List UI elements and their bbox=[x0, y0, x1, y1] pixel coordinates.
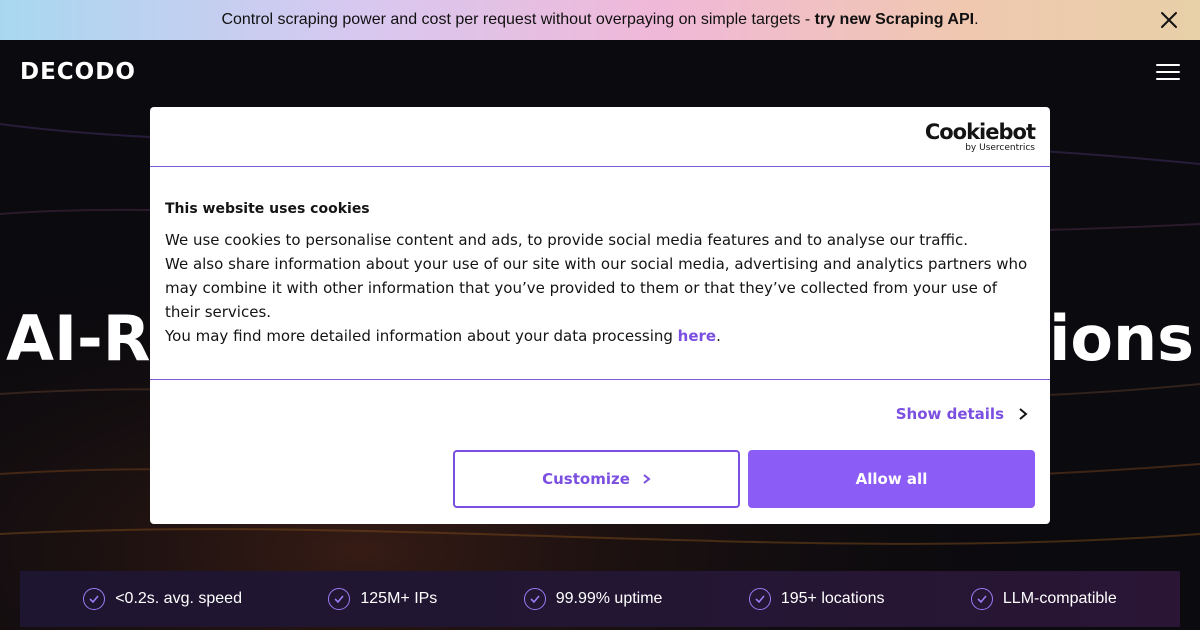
announcement-bar: Control scraping power and cost per requ… bbox=[0, 0, 1200, 40]
cookie-text-line1: We use cookies to personalise content an… bbox=[165, 231, 968, 249]
check-circle-icon bbox=[970, 588, 993, 610]
cookiebot-brand: Cookiebot bbox=[924, 120, 1036, 144]
chevron-right-icon bbox=[643, 474, 651, 484]
stat-label: 99.99% uptime bbox=[555, 590, 663, 607]
decodo-logo[interactable]: DECODO bbox=[20, 59, 136, 85]
stat-label: <0.2s. avg. speed bbox=[115, 590, 242, 607]
stat-item: 99.99% uptime bbox=[523, 588, 663, 610]
cookiebot-brand-sub: by Usercentrics bbox=[965, 143, 1035, 153]
stat-item: LLM-compatible bbox=[970, 588, 1117, 610]
hero-title-left: AI-R bbox=[6, 302, 151, 375]
stat-item: 125M+ IPs bbox=[328, 588, 437, 610]
cookie-text-line2: We also share information about your use… bbox=[165, 255, 1028, 321]
announcement-link[interactable]: try new Scraping API bbox=[815, 11, 974, 28]
check-circle-icon bbox=[328, 588, 351, 610]
announcement-text: Control scraping power and cost per requ… bbox=[221, 11, 978, 29]
show-details-button[interactable]: Show details bbox=[896, 405, 1028, 423]
chevron-right-icon bbox=[1019, 408, 1028, 420]
menu-icon[interactable] bbox=[1156, 64, 1180, 82]
cookie-text-line3-start: You may find more detailed information a… bbox=[165, 327, 678, 345]
announcement-suffix: . bbox=[974, 11, 979, 28]
announcement-message: Control scraping power and cost per requ… bbox=[221, 11, 815, 28]
cookie-dialog-body: This website uses cookies We use cookies… bbox=[150, 167, 1050, 380]
cookie-dialog-text: We use cookies to personalise content an… bbox=[165, 228, 1035, 348]
customize-button[interactable]: Customize bbox=[453, 450, 740, 508]
stat-item: <0.2s. avg. speed bbox=[83, 588, 242, 610]
close-icon[interactable] bbox=[1160, 11, 1178, 29]
cookiebot-logo: Cookiebot by Usercentrics bbox=[924, 120, 1036, 153]
cookie-text-line3: You may find more detailed information a… bbox=[165, 324, 1035, 348]
customize-label: Customize bbox=[542, 470, 630, 488]
cookie-text-line3-end: . bbox=[716, 327, 721, 345]
stat-label: LLM-compatible bbox=[1002, 590, 1117, 607]
site-header: DECODO bbox=[0, 40, 1200, 104]
show-details-label: Show details bbox=[895, 405, 1004, 423]
stat-label: 125M+ IPs bbox=[360, 590, 438, 607]
stat-label: 195+ locations bbox=[780, 590, 885, 607]
data-processing-link[interactable]: here bbox=[678, 327, 716, 345]
cookie-dialog-header: Cookiebot by Usercentrics bbox=[150, 107, 1050, 167]
stat-item: 195+ locations bbox=[748, 588, 885, 610]
check-circle-icon bbox=[83, 588, 106, 610]
stats-bar: <0.2s. avg. speed 125M+ IPs 99.99% uptim… bbox=[20, 571, 1180, 627]
cookie-consent-dialog: Cookiebot by Usercentrics This website u… bbox=[150, 107, 1050, 524]
check-circle-icon bbox=[748, 588, 771, 610]
cookie-dialog-title: This website uses cookies bbox=[165, 201, 370, 217]
check-circle-icon bbox=[523, 588, 546, 610]
allow-all-button[interactable]: Allow all bbox=[748, 450, 1035, 508]
